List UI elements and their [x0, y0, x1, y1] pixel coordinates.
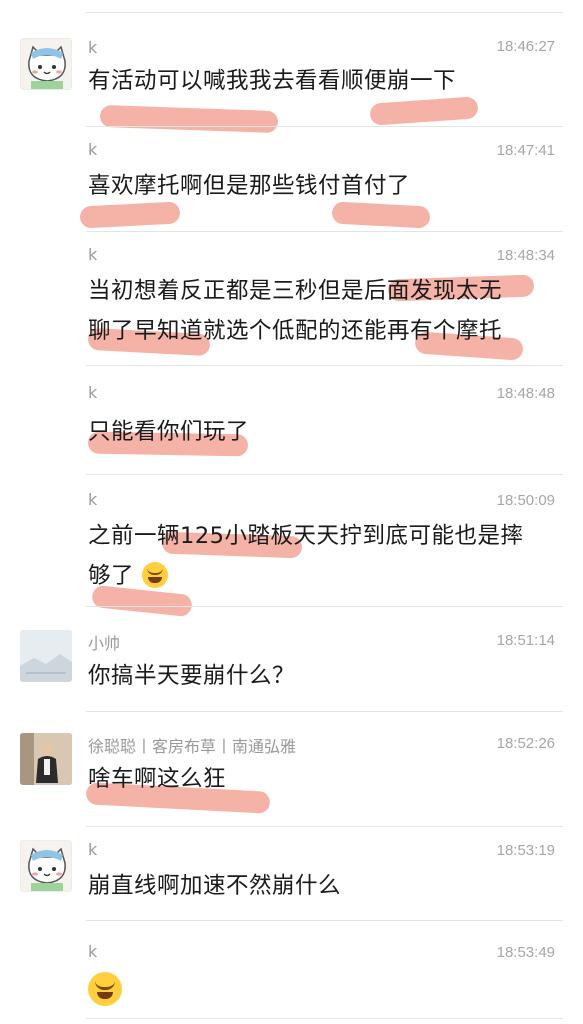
message-line-text: 够了	[88, 563, 135, 589]
message-text: 你搞半天要崩什么？	[88, 663, 296, 689]
cat-avatar-icon	[21, 39, 71, 89]
divider	[86, 1018, 563, 1019]
message-text: 只能看你们玩了	[88, 419, 250, 445]
divider	[86, 606, 563, 607]
message-text: 之前一辆125小踏板天天拧到底可能也是摔 够了	[88, 516, 558, 596]
divider	[86, 711, 563, 712]
divider	[86, 826, 563, 827]
timestamp: 18:46:27	[496, 38, 555, 55]
sender-name: k	[88, 942, 98, 961]
highlight-mark	[99, 104, 279, 134]
divider	[86, 365, 563, 366]
sender-name: k	[88, 38, 98, 57]
message-text: 啥车啊这么狂	[88, 766, 227, 792]
message-line: 之前一辆125小踏板天天拧到底可能也是摔	[88, 523, 524, 549]
timestamp: 18:48:34	[496, 247, 555, 264]
divider	[86, 474, 563, 475]
sender-name: k	[88, 383, 98, 402]
sender-name: 小帅	[88, 634, 121, 653]
timestamp: 18:47:41	[496, 142, 555, 159]
laughing-tears-emoji-icon	[141, 562, 168, 588]
divider	[86, 126, 563, 127]
divider	[86, 231, 563, 232]
timestamp: 18:50:09	[496, 492, 555, 509]
landscape-avatar-icon	[20, 630, 72, 682]
avatar[interactable]	[20, 840, 72, 892]
timestamp: 18:51:14	[496, 632, 555, 649]
cat-avatar-icon	[21, 841, 71, 891]
message-line: 聊了早知道就选个低配的还能再有个摩托	[88, 318, 503, 344]
laughing-tears-emoji-icon	[88, 972, 122, 1006]
timestamp: 18:53:19	[496, 842, 555, 859]
sender-name: k	[88, 840, 98, 859]
sender-name: 徐聪聪丨客房布草丨南通弘雅	[88, 737, 297, 756]
divider	[86, 920, 563, 921]
message-text: 有活动可以喊我我去看看顺便崩一下	[88, 68, 457, 94]
avatar[interactable]	[20, 38, 72, 90]
timestamp: 18:52:26	[496, 735, 555, 752]
sender-name: k	[88, 245, 98, 264]
avatar[interactable]	[20, 630, 72, 682]
divider	[86, 12, 563, 13]
timestamp: 18:48:48	[496, 385, 555, 402]
message-text: 当初想着反正都是三秒但是后面发现太无 聊了早知道就选个低配的还能再有个摩托	[88, 271, 558, 351]
timestamp: 18:53:49	[496, 944, 555, 961]
message-line: 当初想着反正都是三秒但是后面发现太无	[88, 278, 503, 304]
message-text: 喜欢摩托啊但是那些钱付首付了	[88, 173, 411, 199]
sender-name: k	[88, 140, 98, 159]
chat-history: k 18:46:27 有活动可以喊我我去看看顺便崩一下 k 18:47:41 喜…	[0, 0, 583, 1024]
person-avatar-icon	[20, 733, 72, 785]
avatar[interactable]	[20, 733, 72, 785]
message-text: 崩直线啊加速不然崩什么	[88, 873, 342, 899]
sender-name: k	[88, 490, 98, 509]
message-line: 够了	[88, 556, 558, 596]
